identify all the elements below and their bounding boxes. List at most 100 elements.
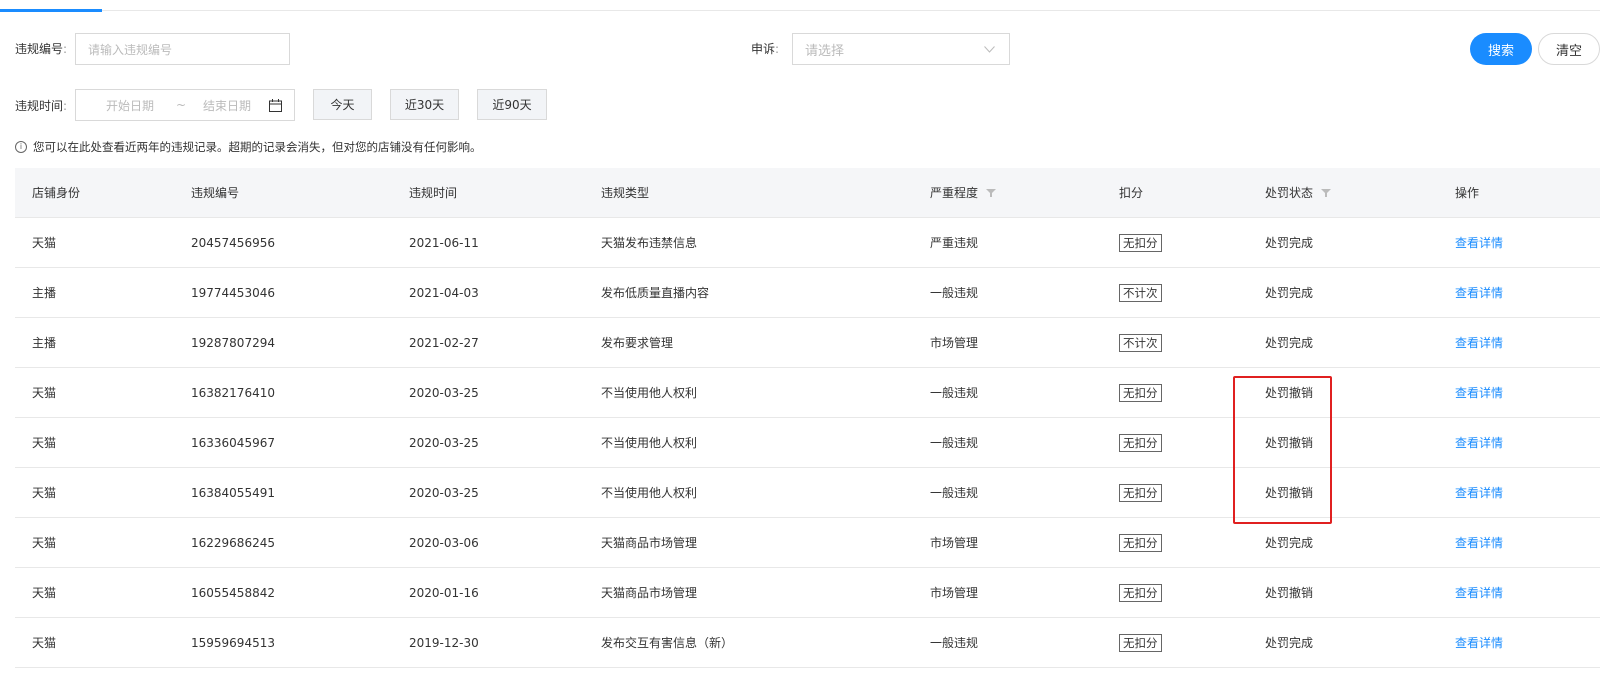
header-violation-no: 违规编号 [191, 186, 240, 200]
deduct-badge: 无扣分 [1119, 483, 1162, 502]
table-header: 店铺身份 违规编号 违规时间 违规类型 严重程度 扣分 处罚状态 操作 [15, 168, 1600, 218]
cell-violation-type: 天猫商品市场管理 [601, 568, 697, 617]
cell-violation-no: 16055458842 [191, 568, 275, 617]
cell-severity: 一般违规 [930, 268, 978, 317]
header-status[interactable]: 处罚状态 [1265, 168, 1332, 217]
header-deduct: 扣分 [1119, 186, 1144, 200]
cell-status-text: 处罚完成 [1265, 336, 1314, 350]
appeal-select[interactable]: 请选择 [792, 33, 1010, 65]
cell-identity: 天猫 [32, 218, 56, 267]
cell-violation-no-text: 16055458842 [191, 585, 275, 600]
header-violation-type: 违规类型 [601, 186, 650, 200]
header-action: 操作 [1455, 186, 1480, 200]
view-details-link[interactable]: 查看详情 [1455, 618, 1503, 667]
deduct-badge: 无扣分 [1119, 533, 1162, 552]
cell-violation-no-text: 16229686245 [191, 535, 275, 550]
cell-violation-time-text: 2021-02-27 [409, 335, 479, 350]
chevron-down-icon [984, 46, 995, 53]
violation-no-placeholder: 请输入违规编号 [88, 42, 173, 57]
header-violation-time: 违规时间 [409, 186, 458, 200]
cell-violation-type: 天猫商品市场管理 [601, 518, 697, 567]
cell-identity: 天猫 [32, 568, 56, 617]
last-30-days-button[interactable]: 近30天 [390, 89, 459, 120]
cell-severity: 一般违规 [930, 418, 978, 467]
cell-violation-time-text: 2020-03-25 [409, 435, 479, 450]
deduct-badge: 无扣分 [1119, 633, 1162, 652]
cell-identity: 主播 [32, 318, 56, 367]
cell-status: 处罚完成 [1265, 218, 1313, 267]
cell-severity-text: 一般违规 [930, 386, 979, 400]
calendar-icon [269, 99, 282, 112]
cell-identity: 天猫 [32, 418, 56, 467]
end-date-placeholder: 结束日期 [203, 98, 252, 113]
cell-violation-no-text: 15959694513 [191, 635, 275, 650]
highlight-box [1233, 376, 1332, 524]
cell-deduct: 无扣分 [1119, 468, 1162, 517]
table-row: 主播 19287807294 2021-02-27 发布要求管理 市场管理 不计次 处罚完成… [15, 318, 1600, 368]
cell-deduct: 不计次 [1119, 268, 1162, 317]
table-row: 主播 19774453046 2021-04-03 发布低质量直播内容 一般违规 不计次 处… [15, 268, 1600, 318]
cell-identity: 天猫 [32, 618, 56, 667]
search-button[interactable]: 搜索 [1470, 33, 1532, 65]
view-details-link[interactable]: 查看详情 [1455, 268, 1503, 317]
cell-severity-text: 一般违规 [930, 486, 979, 500]
cell-violation-no-text: 19774453046 [191, 285, 275, 300]
cell-identity-text: 天猫 [32, 436, 57, 450]
cell-severity-text: 市场管理 [930, 336, 979, 350]
cell-violation-no: 19774453046 [191, 268, 275, 317]
cell-violation-time-text: 2019-12-30 [409, 635, 479, 650]
cell-violation-time-text: 2021-04-03 [409, 285, 479, 300]
cell-violation-no-text: 16336045967 [191, 435, 275, 450]
view-details-link-text[interactable]: 查看详情 [1455, 634, 1503, 651]
cell-deduct: 无扣分 [1119, 568, 1162, 617]
cell-violation-time: 2020-03-25 [409, 468, 479, 517]
view-details-link-text[interactable]: 查看详情 [1455, 334, 1503, 351]
view-details-link[interactable]: 查看详情 [1455, 468, 1503, 517]
cell-severity-text: 一般违规 [930, 436, 979, 450]
cell-severity-text: 市场管理 [930, 536, 979, 550]
clear-button[interactable]: 清空 [1538, 33, 1600, 65]
start-date-placeholder: 开始日期 [106, 98, 155, 113]
filter-icon[interactable] [1321, 188, 1332, 197]
cell-violation-type: 发布交互有害信息（新） [601, 618, 733, 667]
header-status-label: 处罚状态 [1265, 186, 1314, 200]
cell-violation-no: 16382176410 [191, 368, 275, 417]
cell-violation-no: 20457456956 [191, 218, 275, 267]
cell-violation-time: 2020-03-25 [409, 368, 479, 417]
cell-violation-time: 2021-06-11 [409, 218, 479, 267]
view-details-link-text[interactable]: 查看详情 [1455, 484, 1503, 501]
cell-severity-text: 严重违规 [930, 236, 979, 250]
table-row: 天猫 16336045967 2020-03-25 不当使用他人权利 一般违规 无扣分 处罚… [15, 418, 1600, 468]
cell-violation-type-text: 天猫发布违禁信息 [601, 236, 698, 250]
view-details-link-text[interactable]: 查看详情 [1455, 234, 1503, 251]
filter-icon[interactable] [986, 188, 997, 197]
cell-status-text: 处罚完成 [1265, 286, 1314, 300]
last-90-days-button[interactable]: 近90天 [477, 89, 547, 120]
view-details-link[interactable]: 查看详情 [1455, 568, 1503, 617]
cell-violation-time: 2019-12-30 [409, 618, 479, 667]
view-details-link[interactable]: 查看详情 [1455, 518, 1503, 567]
view-details-link-text[interactable]: 查看详情 [1455, 284, 1503, 301]
view-details-link-text[interactable]: 查看详情 [1455, 534, 1503, 551]
view-details-link-text[interactable]: 查看详情 [1455, 434, 1503, 451]
view-details-link[interactable]: 查看详情 [1455, 368, 1503, 417]
view-details-link[interactable]: 查看详情 [1455, 218, 1503, 267]
cell-status: 处罚完成 [1265, 618, 1313, 667]
violation-no-label: 违规编号: [15, 42, 68, 56]
today-button[interactable]: 今天 [313, 89, 372, 120]
header-severity[interactable]: 严重程度 [930, 168, 997, 217]
range-separator: ~ [176, 98, 187, 112]
cell-violation-type: 天猫发布违禁信息 [601, 218, 697, 267]
cell-violation-type-text: 不当使用他人权利 [601, 386, 698, 400]
view-details-link[interactable]: 查看详情 [1455, 418, 1503, 467]
violation-no-input[interactable]: 请输入违规编号 [75, 33, 290, 65]
date-range-picker[interactable]: 开始日期 ~ 结束日期 [75, 89, 295, 121]
view-details-link[interactable]: 查看详情 [1455, 318, 1503, 367]
cell-violation-no-text: 19287807294 [191, 335, 275, 350]
violation-table: 店铺身份 违规编号 违规时间 违规类型 严重程度 扣分 处罚状态 操作 天猫 20… [15, 168, 1600, 668]
cell-violation-type-text: 发布要求管理 [601, 336, 674, 350]
view-details-link-text[interactable]: 查看详情 [1455, 384, 1503, 401]
table-row: 天猫 16384055491 2020-03-25 不当使用他人权利 一般违规 无扣分 处罚… [15, 468, 1600, 518]
view-details-link-text[interactable]: 查看详情 [1455, 584, 1503, 601]
cell-identity: 主播 [32, 268, 56, 317]
